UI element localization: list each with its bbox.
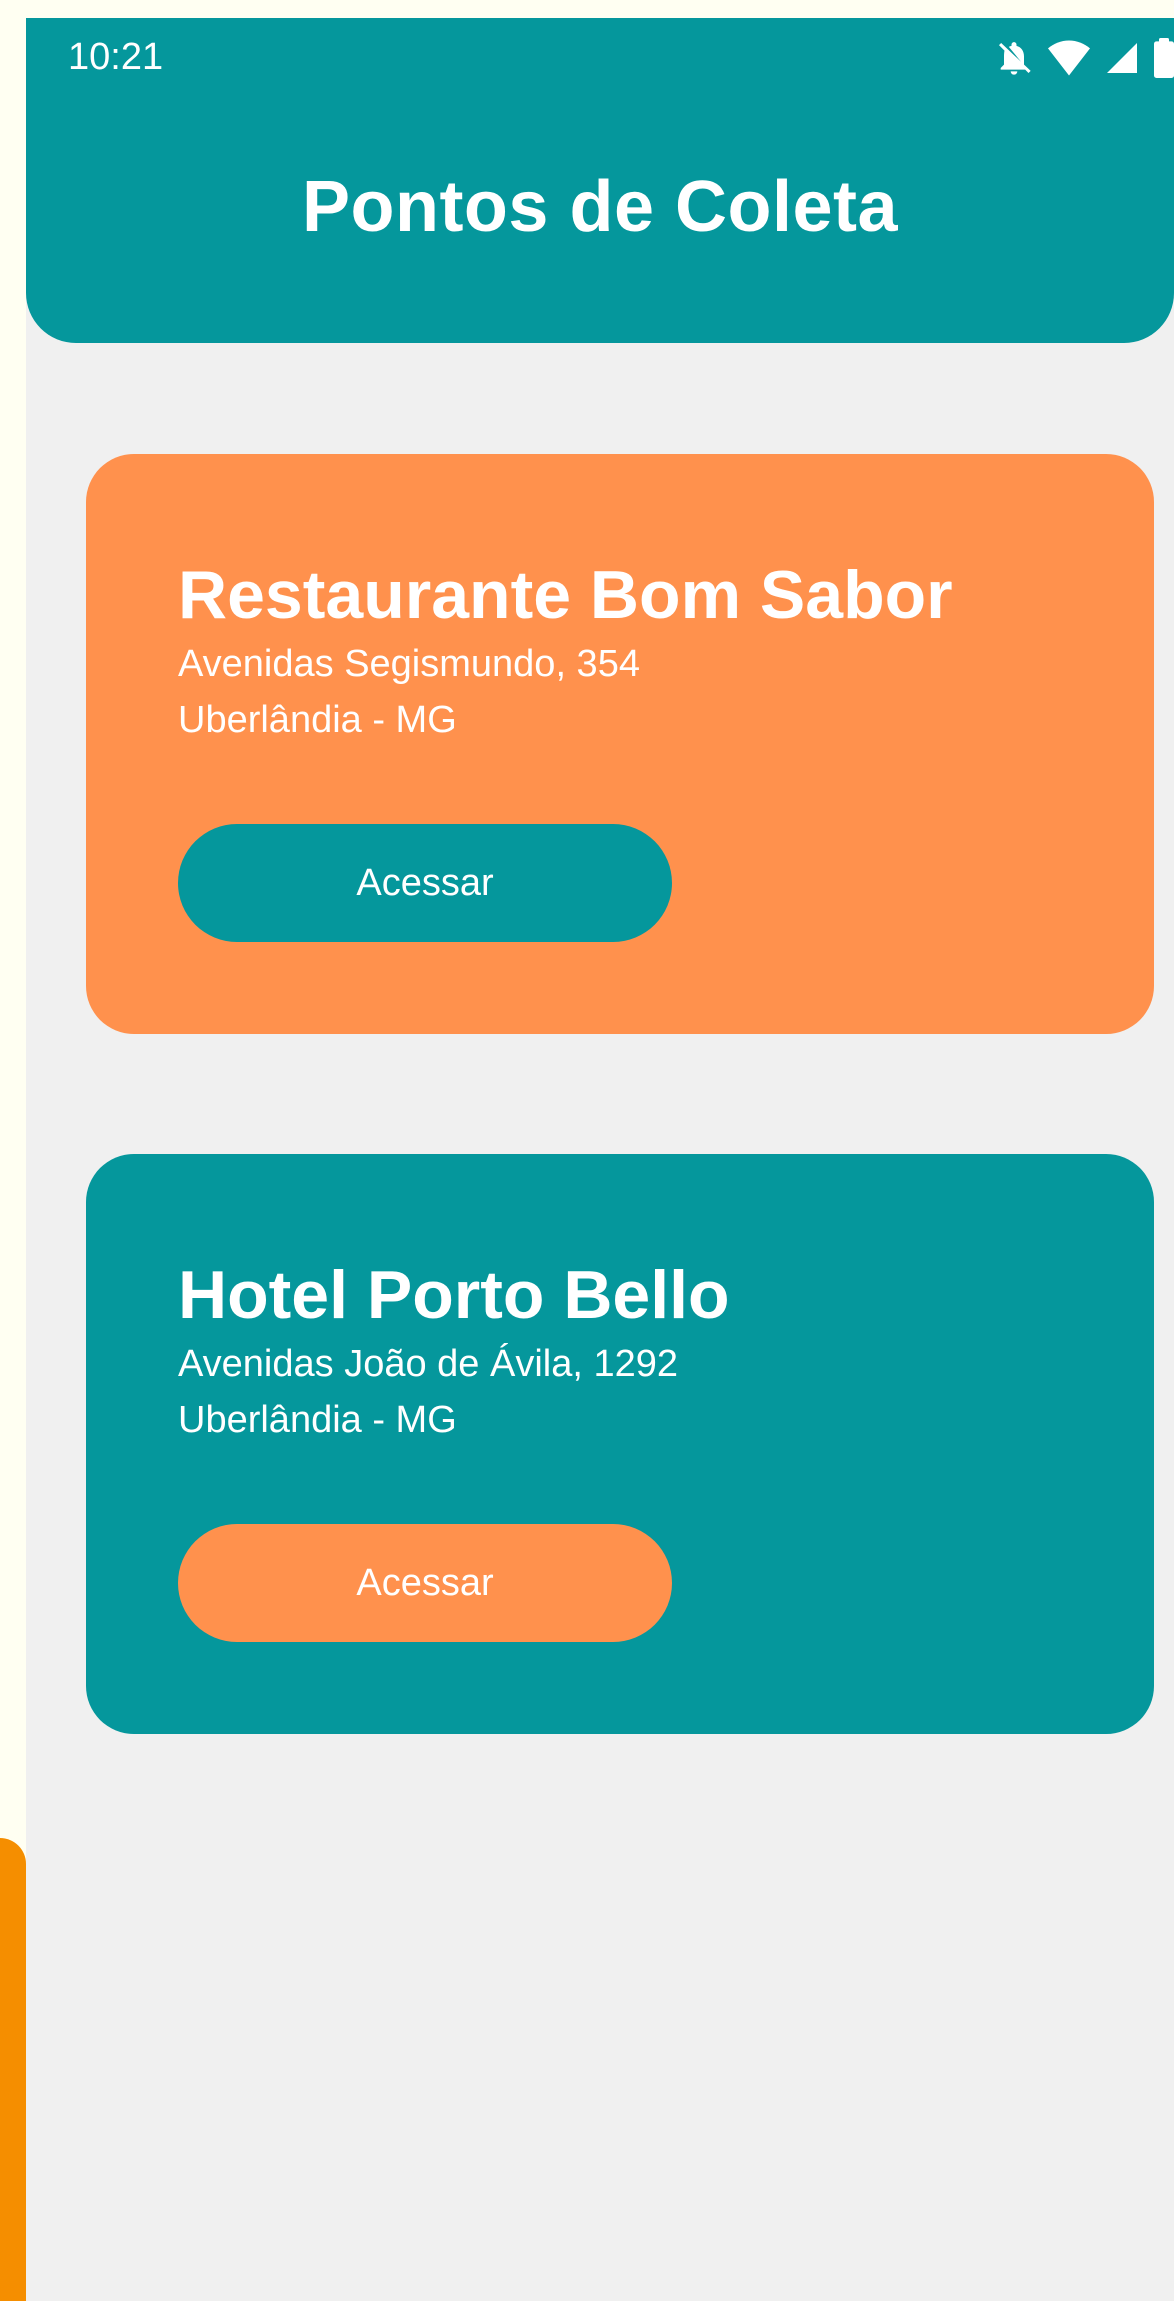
access-button[interactable]: Acessar bbox=[178, 1524, 672, 1642]
background-accent bbox=[0, 1838, 26, 2301]
signal-icon bbox=[1104, 40, 1140, 76]
card-city: Uberlândia - MG bbox=[178, 1399, 457, 1441]
collection-point-card: Hotel Porto Bello Avenidas João de Ávila… bbox=[86, 1154, 1154, 1734]
card-city: Uberlândia - MG bbox=[178, 699, 457, 741]
access-button[interactable]: Acessar bbox=[178, 824, 672, 942]
card-title: Restaurante Bom Sabor bbox=[178, 557, 953, 633]
card-title: Hotel Porto Bello bbox=[178, 1257, 730, 1333]
card-address: Avenidas Segismundo, 354 bbox=[178, 643, 640, 685]
card-address: Avenidas João de Ávila, 1292 bbox=[178, 1343, 678, 1385]
collection-point-card: Restaurante Bom Sabor Avenidas Segismund… bbox=[86, 454, 1154, 1034]
wifi-icon bbox=[1048, 40, 1090, 76]
status-time: 10:21 bbox=[68, 36, 164, 78]
page-title: Pontos de Coleta bbox=[301, 167, 899, 247]
notifications-off-icon bbox=[994, 38, 1034, 78]
status-icons bbox=[994, 38, 1174, 78]
phone-screen: 10:21 Pontos de Coleta Restaurante Bom S… bbox=[26, 18, 1174, 2301]
battery-icon bbox=[1154, 38, 1174, 78]
app-bar: 10:21 Pontos de Coleta bbox=[26, 18, 1174, 343]
